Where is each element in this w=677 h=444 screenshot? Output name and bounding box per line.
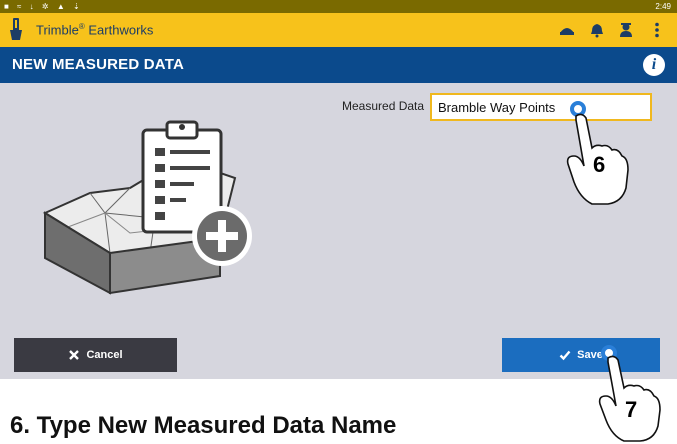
page-title: NEW MEASURED DATA [12,56,185,73]
status-clock: 2:49 [655,2,671,11]
step-caption: 6. Type New Measured Data Name [10,412,397,439]
app-name-suffix: Earthworks [84,22,154,38]
measured-data-label: Measured Data [342,99,425,113]
cancel-button[interactable]: Cancel [14,338,177,372]
machine-icon[interactable] [558,21,576,39]
info-icon[interactable]: i [643,54,665,76]
step-number-6: 6 [593,152,606,177]
app-name: Trimble [36,22,79,38]
measured-data-illustration [42,120,252,295]
alert-bell-icon[interactable] [588,21,606,39]
checkmark-icon [559,350,571,361]
screenshot-stage: ■ ≈ ↓ ✲ ▲ ⇣ 2:49 Trimble® Earthworks NEW… [0,0,677,444]
trimble-logo-icon [10,18,22,40]
operator-icon[interactable] [617,21,635,39]
app-title: Trimble® Earthworks [36,22,153,37]
app-bar: Trimble® Earthworks [0,13,677,47]
status-icons: ■ ≈ ↓ ✲ ▲ ⇣ [4,2,83,11]
close-icon [69,350,80,360]
page-header: NEW MEASURED DATA i [0,47,677,83]
step-number-7: 7 [625,397,638,422]
status-bar: ■ ≈ ↓ ✲ ▲ ⇣ 2:49 [0,0,677,13]
cancel-button-label: Cancel [86,349,123,361]
more-vert-icon[interactable] [648,21,666,39]
